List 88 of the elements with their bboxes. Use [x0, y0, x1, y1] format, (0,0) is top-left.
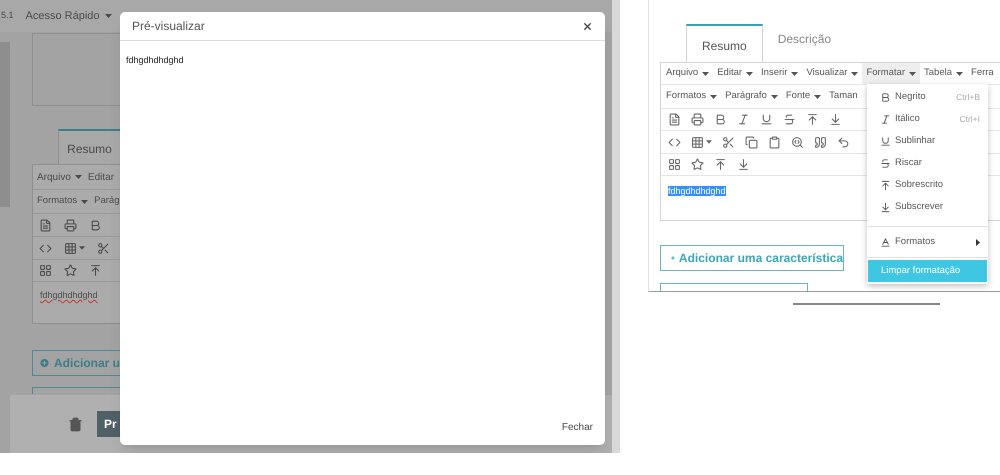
- tab[interactable]: Resumo: [686, 24, 763, 62]
- strikethrough-icon[interactable]: [783, 113, 796, 126]
- code-icon[interactable]: [39, 242, 52, 254]
- menu-item[interactable]: Ferra: [967, 63, 998, 84]
- plus-icon: [39, 356, 50, 370]
- editor-text: fdhgdhdhdghd: [668, 186, 726, 196]
- subscript-icon[interactable]: [829, 113, 842, 126]
- close-link[interactable]: Fechar: [562, 420, 593, 435]
- text-color-icon[interactable]: [880, 236, 891, 248]
- star-icon[interactable]: [691, 158, 704, 171]
- trash-icon[interactable]: [68, 416, 83, 432]
- document-icon[interactable]: [39, 218, 52, 232]
- menu-item[interactable]: Fonte: [782, 89, 826, 104]
- caret-icon: [74, 175, 82, 179]
- table-icon[interactable]: [691, 136, 712, 148]
- bold-icon[interactable]: [89, 218, 102, 232]
- search-replace-icon[interactable]: [791, 136, 804, 148]
- caret-icon: [851, 72, 858, 76]
- print-icon[interactable]: [691, 113, 704, 126]
- tab[interactable]: Descrição: [762, 20, 846, 58]
- superscript-icon[interactable]: [806, 113, 819, 126]
- close-icon[interactable]: [582, 20, 593, 32]
- menu-item[interactable]: Sobrescrito: [867, 174, 988, 196]
- preview-text: fdhgdhdhdghd: [126, 55, 184, 65]
- italic-icon[interactable]: [737, 113, 750, 126]
- quick-access-menu[interactable]: Acesso Rápido: [26, 8, 112, 24]
- italic-icon[interactable]: [880, 114, 891, 124]
- underline-icon[interactable]: [880, 136, 891, 146]
- layout-icon[interactable]: [668, 158, 681, 171]
- table-icon[interactable]: [64, 242, 85, 254]
- menu-item[interactable]: Formatos: [867, 231, 988, 253]
- modal-title: Pré-visualizar: [132, 18, 205, 35]
- menu-item[interactable]: Formatos: [34, 194, 92, 209]
- menu-item[interactable]: Formatar: [862, 63, 920, 84]
- bold-icon[interactable]: [714, 113, 727, 126]
- menu-item[interactable]: Editar: [713, 63, 758, 84]
- menu-item[interactable]: Arquivo: [662, 63, 714, 84]
- superscript-icon[interactable]: [880, 180, 891, 190]
- menu-item[interactable]: Inserir: [757, 63, 802, 84]
- print-icon[interactable]: [64, 218, 77, 232]
- shortcut-label: Ctrl+I: [959, 112, 980, 126]
- caret-icon: [104, 14, 112, 18]
- horizontal-scrollbar[interactable]: [793, 303, 940, 305]
- menu-item[interactable]: Taman: [825, 89, 862, 104]
- caret-icon: [814, 94, 822, 98]
- cut-icon[interactable]: [722, 136, 735, 148]
- tab[interactable]: Resumo: [58, 129, 120, 164]
- caret-icon: [702, 72, 710, 76]
- superscript-icon[interactable]: [714, 158, 727, 171]
- caret-icon: [956, 72, 964, 76]
- layout-icon[interactable]: [39, 264, 52, 277]
- document-icon[interactable]: [668, 113, 681, 126]
- menu-item[interactable]: Subscrever: [867, 196, 988, 218]
- quote-icon[interactable]: [814, 136, 827, 148]
- paste-icon[interactable]: [768, 136, 781, 148]
- superscript-icon[interactable]: [89, 264, 102, 277]
- menu-item[interactable]: Arquivo: [34, 170, 85, 184]
- menu-item[interactable]: Parág: [91, 194, 122, 209]
- menu-item[interactable]: Tabela: [920, 63, 968, 84]
- menu-item[interactable]: Visualizar: [802, 63, 862, 84]
- subscript-icon[interactable]: [737, 158, 750, 171]
- undo-icon[interactable]: [837, 136, 850, 148]
- caret-icon: [81, 200, 88, 204]
- caret-icon: [746, 72, 754, 76]
- submenu-arrow-icon: [976, 238, 980, 246]
- strikethrough-icon[interactable]: [880, 158, 891, 168]
- shortcut-label: Ctrl+B: [956, 90, 980, 104]
- menu-item[interactable]: Itálico Ctrl+I: [867, 108, 988, 130]
- menu-item[interactable]: Negrito Ctrl+B: [867, 86, 988, 108]
- copy-icon[interactable]: [745, 136, 758, 148]
- menu-item[interactable]: Riscar: [867, 152, 988, 174]
- editor-text: fdhgdhdhdghd: [40, 290, 98, 300]
- subscript-icon[interactable]: [880, 202, 891, 212]
- menu-item[interactable]: Sublinhar: [867, 130, 988, 152]
- bold-icon[interactable]: [880, 92, 891, 102]
- underline-icon[interactable]: [760, 113, 773, 126]
- star-icon[interactable]: [64, 264, 77, 277]
- menu-item[interactable]: Editar: [84, 170, 118, 184]
- menu-item[interactable]: Parágrafo: [721, 89, 782, 104]
- caret-icon: [770, 94, 778, 98]
- code-icon[interactable]: [668, 136, 681, 148]
- preview-button[interactable]: Pr: [97, 411, 120, 437]
- cut-icon[interactable]: [97, 242, 110, 254]
- caret-icon: [909, 72, 916, 76]
- version-label: 5.1: [0, 9, 14, 22]
- caret-icon: [791, 72, 798, 76]
- menu-item[interactable]: Formatos: [662, 89, 722, 104]
- caret-icon: [710, 94, 718, 98]
